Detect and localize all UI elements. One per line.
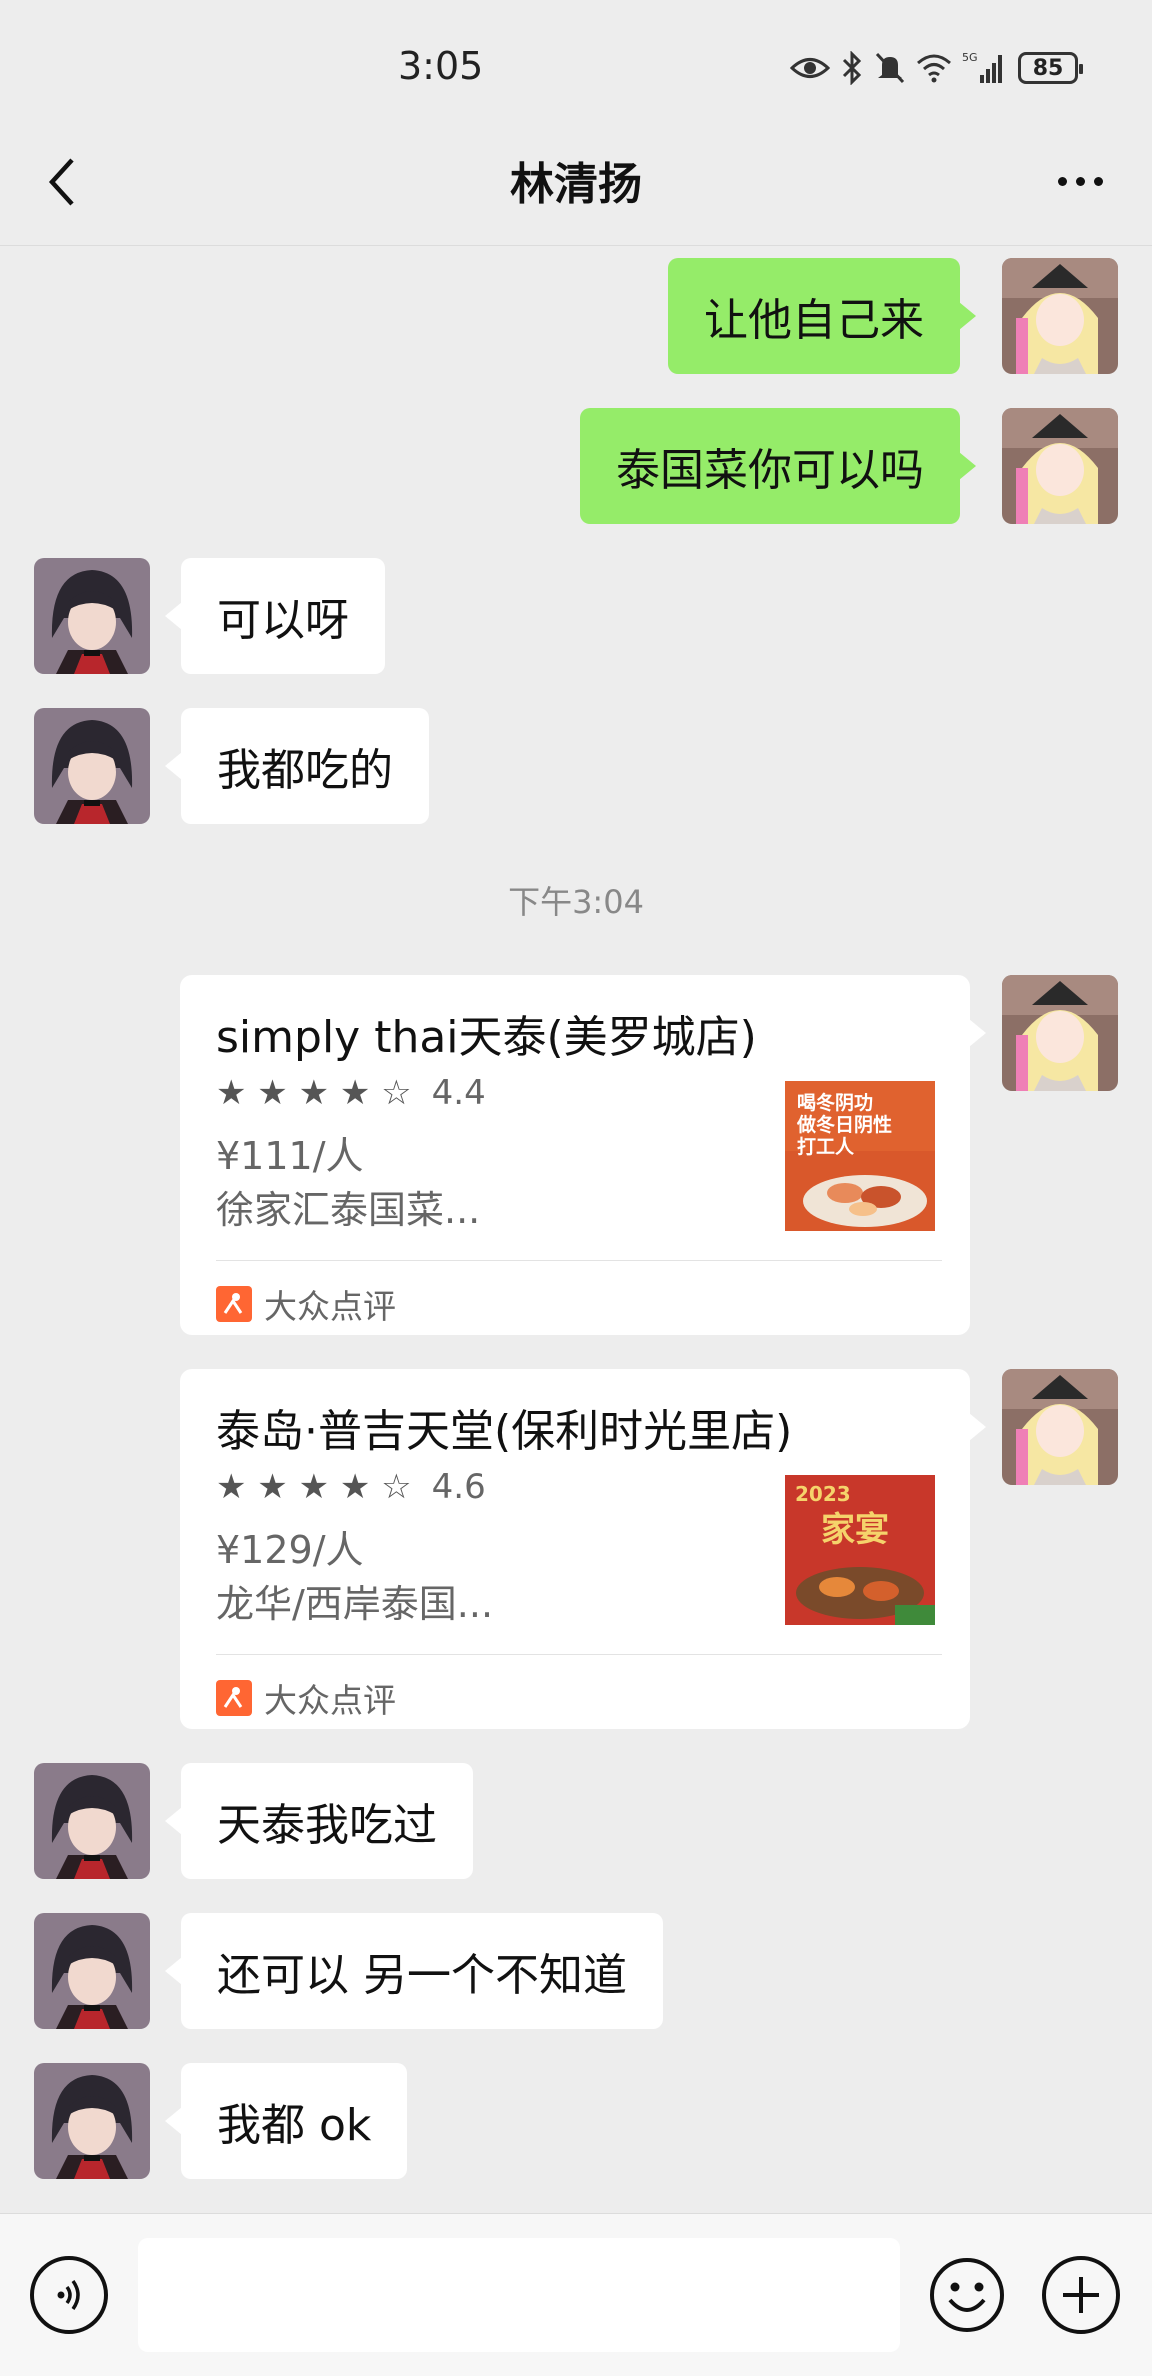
emoji-button[interactable] — [928, 2256, 1006, 2334]
restaurant-thumbnail: 喝冬阴功 做冬日阴性 打工人 — [785, 1081, 935, 1231]
message-timestamp: 下午3:04 — [508, 883, 644, 921]
restaurant-thumbnail: 2023 家宴 — [785, 1475, 935, 1625]
chat-title: 林清扬 — [510, 159, 642, 210]
more-button[interactable] — [1048, 156, 1112, 206]
message-input[interactable] — [138, 2238, 900, 2352]
message-text: 还可以 另一个不知道 — [217, 1950, 627, 2001]
battery-icon: 85 — [1018, 52, 1083, 84]
star-rating-icons: ★ ★ ★ ★ ☆ — [216, 1467, 412, 1507]
status-icons: 5G 85 — [790, 46, 1083, 90]
5g-signal-icon: 5G — [962, 51, 1008, 85]
restaurant-rating: ★ ★ ★ ★ ☆ 4.4 — [216, 1073, 486, 1113]
battery-level: 85 — [1032, 55, 1064, 81]
restaurant-price: ¥129/人 — [216, 1528, 364, 1572]
source-label: 大众点评 — [264, 1681, 396, 1720]
message-bubble-incoming[interactable]: 天泰我吃过 — [165, 1763, 473, 1879]
star-rating-icons: ★ ★ ★ ★ ☆ — [216, 1073, 412, 1113]
card-divider — [216, 1260, 942, 1261]
wifi-icon — [916, 53, 952, 83]
voice-button[interactable] — [30, 2256, 108, 2334]
contact-avatar[interactable] — [34, 708, 150, 824]
svg-text:喝冬阴功: 喝冬阴功 — [797, 1091, 873, 1114]
bluetooth-icon — [840, 51, 864, 85]
message-bubble-outgoing[interactable]: 让他自己来 — [668, 258, 976, 374]
source-label: 大众点评 — [264, 1287, 396, 1326]
mute-icon — [874, 51, 906, 85]
my-avatar[interactable] — [1002, 408, 1118, 524]
emoji-icon — [930, 2258, 1004, 2332]
rating-value: 4.6 — [431, 1467, 486, 1507]
message-list[interactable]: 让他自己来 泰国菜你可以吗 可以呀 我都吃的 下午3:04 simply tha… — [0, 247, 1152, 2212]
restaurant-card[interactable]: simply thai天泰(美罗城店) ★ ★ ★ ★ ☆ 4.4 ¥111/人… — [180, 975, 986, 1335]
svg-text:做冬日阴性: 做冬日阴性 — [796, 1113, 892, 1136]
svg-text:家宴: 家宴 — [821, 1510, 889, 1550]
status-time: 3:05 — [398, 44, 484, 88]
message-bubble-incoming[interactable]: 我都吃的 — [165, 708, 429, 824]
restaurant-rating: ★ ★ ★ ★ ☆ 4.6 — [216, 1467, 486, 1507]
restaurant-name: 泰岛·普吉天堂(保利时光里店) — [216, 1406, 793, 1457]
contact-avatar[interactable] — [34, 558, 150, 674]
card-source: 大众点评 — [216, 1674, 396, 1722]
plus-button[interactable] — [1042, 2256, 1120, 2334]
status-bar: 3:05 5G 85 — [0, 0, 1152, 136]
message-bubble-incoming[interactable]: 我都 ok — [164, 2063, 408, 2179]
rating-value: 4.4 — [431, 1073, 486, 1113]
message-bubble-outgoing[interactable]: 泰国菜你可以吗 — [580, 408, 976, 524]
my-avatar[interactable] — [1002, 258, 1118, 374]
restaurant-card[interactable]: 泰岛·普吉天堂(保利时光里店) ★ ★ ★ ★ ☆ 4.6 ¥129/人 龙华/… — [180, 1369, 986, 1729]
more-icon-dot — [1075, 176, 1085, 186]
svg-text:5G: 5G — [962, 51, 978, 64]
svg-text:2023: 2023 — [795, 1482, 851, 1506]
voice-icon — [57, 2279, 80, 2311]
message-bubble-incoming[interactable]: 还可以 另一个不知道 — [165, 1913, 663, 2029]
plus-icon — [1063, 2277, 1099, 2313]
contact-avatar[interactable] — [34, 1763, 150, 1879]
card-divider — [216, 1654, 942, 1655]
message-bubble-incoming[interactable]: 可以呀 — [165, 558, 385, 674]
chat-header: 林清扬 — [0, 120, 1152, 246]
my-avatar[interactable] — [1002, 975, 1118, 1091]
restaurant-name: simply thai天泰(美罗城店) — [216, 1012, 757, 1063]
message-text: 天泰我吃过 — [217, 1800, 437, 1851]
svg-text:打工人: 打工人 — [797, 1135, 855, 1158]
eye-icon — [790, 53, 830, 83]
dianping-logo-icon — [216, 1286, 252, 1322]
message-text: 我都 ok — [217, 2100, 372, 2151]
message-text: 泰国菜你可以吗 — [616, 445, 924, 496]
restaurant-area: 龙华/西岸泰国... — [216, 1582, 494, 1626]
more-icon-dot — [1093, 176, 1103, 186]
dianping-logo-icon — [216, 1680, 252, 1716]
restaurant-price: ¥111/人 — [216, 1134, 364, 1178]
card-source: 大众点评 — [216, 1280, 396, 1328]
message-text: 让他自己来 — [704, 295, 924, 346]
restaurant-area: 徐家汇泰国菜... — [216, 1188, 481, 1232]
input-bar — [0, 2213, 1152, 2376]
message-text: 我都吃的 — [217, 745, 393, 796]
my-avatar[interactable] — [1002, 1369, 1118, 1485]
more-icon-dot — [1057, 176, 1067, 186]
contact-avatar[interactable] — [34, 1913, 150, 2029]
message-text: 可以呀 — [217, 595, 349, 646]
contact-avatar[interactable] — [34, 2063, 150, 2179]
